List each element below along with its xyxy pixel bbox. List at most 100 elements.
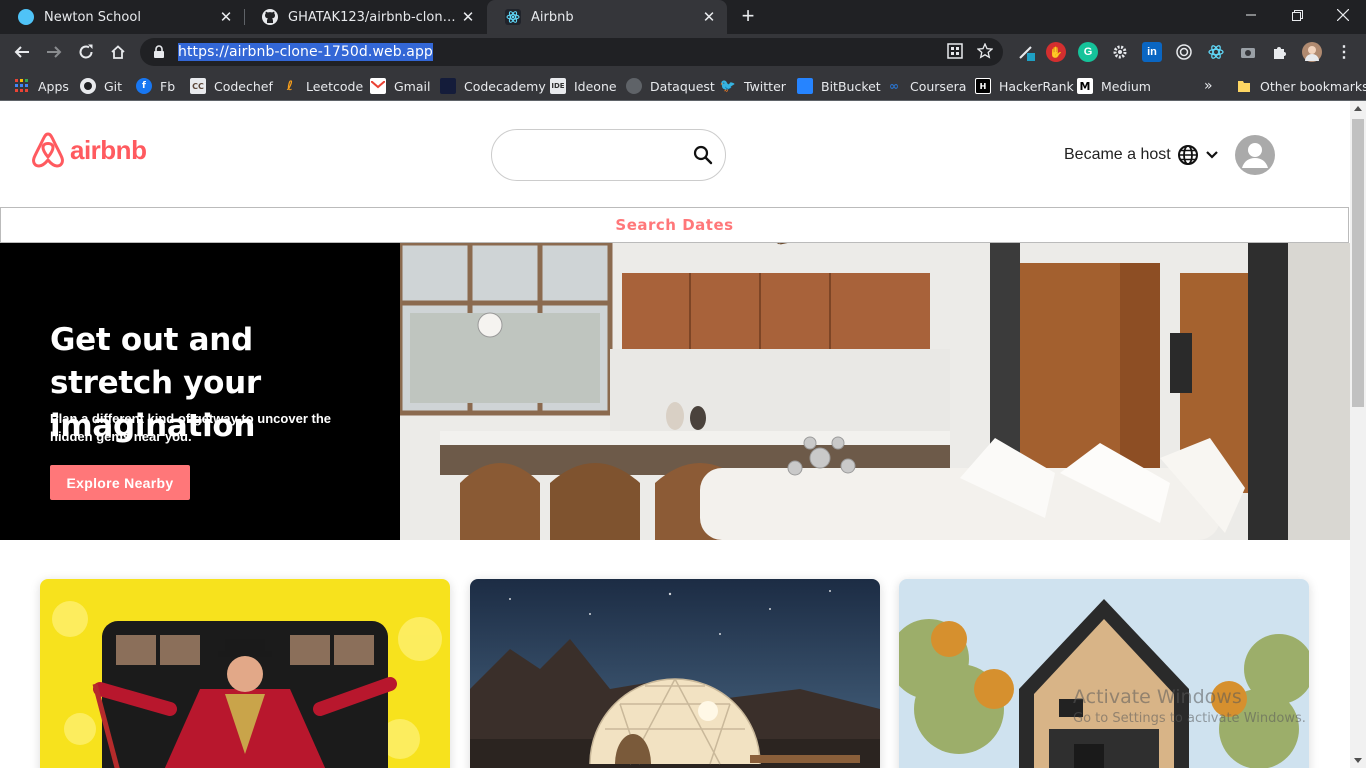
tab-title: GHATAK123/airbnb-clone: React <box>288 9 460 25</box>
browser-chrome: Newton School ✕ GHATAK123/airbnb-clone: … <box>0 0 1366 101</box>
bookmark-leetcode[interactable]: ℓ Leetcode <box>282 76 363 96</box>
forward-icon[interactable] <box>40 38 68 66</box>
scroll-down-icon[interactable] <box>1354 758 1362 763</box>
bookmark-gmail[interactable]: Gmail <box>370 76 430 96</box>
linkedin-icon[interactable]: in <box>1142 42 1162 62</box>
avatar[interactable] <box>1234 135 1275 175</box>
search-dates-button[interactable]: Search Dates <box>0 207 1349 243</box>
bookmark-codecademy[interactable]: Codecademy <box>440 76 546 96</box>
dataquest-icon <box>626 78 642 94</box>
extensions-puzzle-icon[interactable] <box>1270 42 1290 62</box>
bookmark-bitbucket[interactable]: BitBucket <box>797 76 881 96</box>
close-icon[interactable]: ✕ <box>701 8 717 26</box>
hero-subtitle: Plan a different kind of getway to uncov… <box>50 411 331 444</box>
bitbucket-icon <box>797 78 813 94</box>
gmail-icon <box>370 78 386 94</box>
logo-text: airbnb <box>70 134 147 165</box>
leetcode-icon: ℓ <box>286 78 294 94</box>
become-host-link[interactable]: Became a host <box>1064 146 1171 164</box>
restore-icon[interactable] <box>1274 0 1320 30</box>
close-icon[interactable]: ✕ <box>218 8 234 26</box>
bookmark-fb[interactable]: f Fb <box>136 76 175 96</box>
bookmark-other[interactable]: Other bookmarks <box>1236 76 1366 96</box>
search-bar[interactable] <box>491 129 726 181</box>
bookmark-label: Dataquest <box>650 78 715 94</box>
star-icon[interactable] <box>977 43 993 59</box>
pen-extension-icon[interactable] <box>1016 42 1036 62</box>
bookmarks-overflow-button[interactable]: » <box>1204 76 1213 96</box>
bookmark-label: Coursera <box>910 78 967 94</box>
minimize-icon[interactable] <box>1228 0 1274 30</box>
user-icon <box>1241 143 1268 168</box>
bookmark-label: Git <box>104 78 123 94</box>
explore-nearby-button[interactable]: Explore Nearby <box>50 465 190 500</box>
hero-banner: Get out and stretch your imagination Pla… <box>0 243 400 540</box>
grammarly-icon[interactable]: G <box>1078 42 1098 62</box>
card-cabin[interactable] <box>899 579 1309 768</box>
bookmark-medium[interactable]: M Medium <box>1077 76 1151 96</box>
newton-school-icon <box>18 9 34 25</box>
close-icon[interactable]: ✕ <box>460 8 476 26</box>
medium-icon: M <box>1077 78 1093 94</box>
chevron-down-icon[interactable] <box>1205 148 1219 162</box>
home-icon[interactable] <box>104 38 132 66</box>
bookmark-label: Leetcode <box>306 78 364 94</box>
bookmark-twitter[interactable]: 🐦 Twitter <box>720 76 786 96</box>
bookmark-codechef[interactable]: CC Codechef <box>190 76 273 96</box>
search-icon[interactable] <box>693 145 713 165</box>
tab-strip: Newton School ✕ GHATAK123/airbnb-clone: … <box>0 0 1366 34</box>
react-icon <box>505 9 521 25</box>
globe-icon[interactable] <box>1177 144 1199 166</box>
bookmark-dataquest[interactable]: Dataquest <box>626 76 715 96</box>
qr-code-icon[interactable] <box>947 43 963 59</box>
search-input[interactable] <box>510 142 680 170</box>
github-icon <box>80 78 96 94</box>
tab-github[interactable]: GHATAK123/airbnb-clone: React ✕ <box>244 0 486 34</box>
bookmark-coursera[interactable]: ∞ Coursera <box>886 76 966 96</box>
back-icon[interactable] <box>8 38 36 66</box>
apps-grid-icon <box>14 78 30 94</box>
url-text[interactable]: https://airbnb-clone-1750d.web.app <box>178 43 433 61</box>
bookmark-label: BitBucket <box>821 78 881 94</box>
bookmark-label: Gmail <box>394 78 431 94</box>
browser-toolbar: https://airbnb-clone-1750d.web.app ✋ G i… <box>0 34 1366 70</box>
twitter-icon: 🐦 <box>719 78 737 94</box>
tab-newton-school[interactable]: Newton School ✕ <box>0 0 244 34</box>
facebook-icon: f <box>136 78 152 94</box>
new-tab-button[interactable]: + <box>736 5 760 29</box>
reload-icon[interactable] <box>72 38 100 66</box>
hackerrank-icon: H <box>975 78 991 94</box>
chrome-menu-icon[interactable]: ⋮ <box>1334 42 1354 62</box>
codechef-icon: CC <box>190 78 206 94</box>
airbnb-page: airbnb Became a host Search Dates Get ou… <box>0 101 1350 768</box>
page-scrollbar[interactable] <box>1350 101 1366 768</box>
tab-title: Airbnb <box>531 9 574 25</box>
tab-airbnb[interactable]: Airbnb ✕ <box>487 0 727 34</box>
bookmark-hackerrank[interactable]: H HackerRank <box>975 76 1074 96</box>
windows-activation-watermark: Activate Windows Go to Settings to activ… <box>1073 686 1306 726</box>
bookmark-label: Ideone <box>574 78 617 94</box>
scroll-up-icon[interactable] <box>1354 106 1362 111</box>
hand-extension-icon[interactable]: ✋ <box>1046 42 1066 62</box>
airbnb-belo-icon <box>32 132 64 168</box>
bookmark-label: Codecademy <box>464 78 546 94</box>
codecademy-icon <box>440 78 456 94</box>
card-glamping[interactable] <box>470 579 880 768</box>
scrollbar-thumb[interactable] <box>1352 119 1364 407</box>
camera-extension-icon[interactable] <box>1238 42 1258 62</box>
online-experiences-showman-image <box>40 579 450 768</box>
address-bar[interactable]: https://airbnb-clone-1750d.web.app <box>140 38 1003 66</box>
bookmarks-bar: Apps Git f Fb CC Codechef ℓ Leetcode Gmail … <box>0 70 1366 101</box>
airbnb-logo[interactable]: airbnb <box>30 131 147 169</box>
profile-avatar-icon[interactable] <box>1302 42 1322 62</box>
target-extension-icon[interactable] <box>1174 42 1194 62</box>
bookmark-git[interactable]: Git <box>80 76 122 96</box>
close-window-icon[interactable] <box>1320 0 1366 30</box>
bookmark-apps[interactable]: Apps <box>14 76 69 96</box>
bookmark-ideone[interactable]: IDE Ideone <box>550 76 617 96</box>
ideone-icon: IDE <box>550 78 566 94</box>
card-online-experiences[interactable] <box>40 579 450 768</box>
bookmark-label: Medium <box>1101 78 1151 94</box>
react-devtools-icon[interactable] <box>1206 42 1226 62</box>
gear-extension-icon[interactable] <box>1110 42 1130 62</box>
